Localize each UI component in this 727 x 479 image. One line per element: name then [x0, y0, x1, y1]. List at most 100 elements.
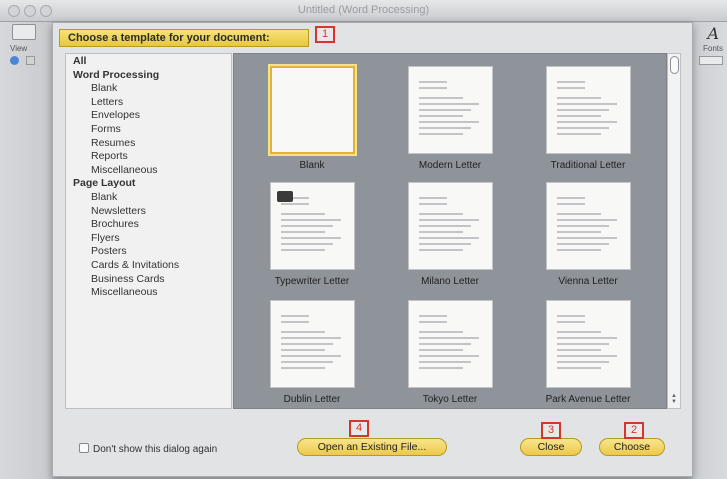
preview-text-line: [419, 115, 463, 117]
preview-text-line: [281, 361, 333, 363]
preview-text-line: [281, 231, 325, 233]
preview-text-line: [419, 361, 471, 363]
preview-text-line: [557, 231, 601, 233]
preview-text-line: [419, 109, 471, 111]
template-thumbnail[interactable]: [270, 300, 355, 388]
close-button[interactable]: Close: [520, 438, 582, 456]
category-item[interactable]: Page Layout: [73, 177, 135, 189]
template-item[interactable]: Modern Letter: [404, 66, 496, 178]
preview-text-line: [419, 225, 471, 227]
preview-text-line: [557, 127, 609, 129]
preview-text-line: [557, 315, 585, 317]
format-select[interactable]: [699, 56, 723, 65]
preview-text-line: [557, 81, 585, 83]
preview-text-line: [419, 121, 479, 123]
template-item[interactable]: Tokyo Letter: [404, 300, 496, 412]
preview-text-line: [557, 361, 609, 363]
category-item[interactable]: Reports: [91, 150, 128, 162]
open-existing-file-button[interactable]: Open an Existing File...: [297, 438, 447, 456]
view-label: View: [10, 44, 28, 53]
category-item[interactable]: Posters: [91, 245, 127, 257]
dont-show-checkbox[interactable]: [79, 443, 89, 453]
category-list[interactable]: All Word Processing Blank Letters Envelopes F…: [65, 53, 232, 409]
preview-text-line: [557, 115, 601, 117]
category-item[interactable]: Blank: [91, 82, 117, 94]
nav-secondary-icon[interactable]: [26, 56, 35, 65]
category-item[interactable]: Brochures: [91, 218, 139, 230]
category-item[interactable]: Newsletters: [91, 205, 146, 217]
preview-text-line: [419, 197, 447, 199]
preview-text-line: [419, 355, 479, 357]
category-item[interactable]: Cards & Invitations: [91, 259, 179, 271]
preview-text-line: [281, 349, 325, 351]
preview-text-line: [419, 367, 463, 369]
preview-text-line: [419, 315, 447, 317]
template-label: Vienna Letter: [558, 276, 618, 287]
template-label: Blank: [299, 160, 325, 171]
preview-text-line: [419, 249, 463, 251]
category-item[interactable]: Miscellaneous: [91, 164, 158, 176]
preview-text-line: [557, 133, 601, 135]
preview-text-line: [557, 243, 609, 245]
preview-text-line: [281, 331, 325, 333]
preview-text-line: [557, 337, 617, 339]
template-item[interactable]: Blank: [266, 66, 358, 178]
fonts-icon[interactable]: A: [707, 24, 719, 43]
template-thumbnail[interactable]: [408, 66, 493, 154]
preview-text-line: [281, 249, 325, 251]
category-item[interactable]: Envelopes: [91, 109, 140, 121]
scroll-thumb[interactable]: [670, 56, 679, 74]
template-item[interactable]: Traditional Letter: [542, 66, 634, 178]
view-button[interactable]: [12, 24, 36, 40]
preview-text-line: [557, 87, 585, 89]
preview-text-line: [419, 243, 471, 245]
template-thumbnail[interactable]: [546, 300, 631, 388]
template-thumbnail[interactable]: [270, 66, 355, 154]
template-scrollbar[interactable]: ▲ ▼: [667, 53, 681, 409]
preview-text-line: [281, 225, 333, 227]
preview-text-line: [419, 133, 463, 135]
template-thumbnail[interactable]: [546, 182, 631, 270]
template-item[interactable]: Typewriter Letter: [266, 182, 358, 294]
template-label: Traditional Letter: [550, 160, 626, 171]
scroll-arrows-icon[interactable]: ▲ ▼: [671, 393, 677, 405]
nav-toggle-icon[interactable]: [10, 56, 19, 65]
template-thumbnail[interactable]: [270, 182, 355, 270]
template-label: Milano Letter: [421, 276, 479, 287]
template-thumbnail[interactable]: [546, 66, 631, 154]
template-item[interactable]: Milano Letter: [404, 182, 496, 294]
preview-text-line: [557, 367, 601, 369]
preview-text-line: [281, 237, 341, 239]
preview-text-line: [419, 213, 463, 215]
template-thumbnail[interactable]: [408, 300, 493, 388]
category-item[interactable]: Forms: [91, 123, 121, 135]
preview-text-line: [557, 349, 601, 351]
preview-text-line: [557, 109, 609, 111]
window-titlebar: Untitled (Word Processing): [0, 0, 727, 22]
preview-text-line: [419, 237, 479, 239]
category-item[interactable]: Resumes: [91, 137, 135, 149]
prompt-text: Choose a template for your document:: [68, 32, 270, 44]
template-item[interactable]: Vienna Letter: [542, 182, 634, 294]
preview-text-line: [419, 203, 447, 205]
category-item[interactable]: Flyers: [91, 232, 120, 244]
category-item[interactable]: Business Cards: [91, 273, 165, 285]
preview-text-line: [419, 219, 479, 221]
window-title: Untitled (Word Processing): [297, 4, 430, 16]
category-item[interactable]: Blank: [91, 191, 117, 203]
template-thumbnail[interactable]: [408, 182, 493, 270]
preview-text-line: [281, 315, 309, 317]
preview-text-line: [557, 225, 609, 227]
template-item[interactable]: Park Avenue Letter: [542, 300, 634, 412]
category-item[interactable]: Word Processing: [73, 69, 159, 81]
dont-show-option[interactable]: Don't show this dialog again: [79, 443, 217, 455]
template-item[interactable]: Dublin Letter: [266, 300, 358, 412]
preview-text-line: [281, 355, 341, 357]
preview-text-line: [557, 213, 601, 215]
category-item[interactable]: All: [73, 55, 86, 67]
category-item[interactable]: Miscellaneous: [91, 286, 158, 298]
template-chooser-dialog: Choose a template for your document: 1 A…: [52, 22, 693, 477]
category-item[interactable]: Letters: [91, 96, 123, 108]
choose-button[interactable]: Choose: [599, 438, 665, 456]
preview-text-line: [557, 321, 585, 323]
